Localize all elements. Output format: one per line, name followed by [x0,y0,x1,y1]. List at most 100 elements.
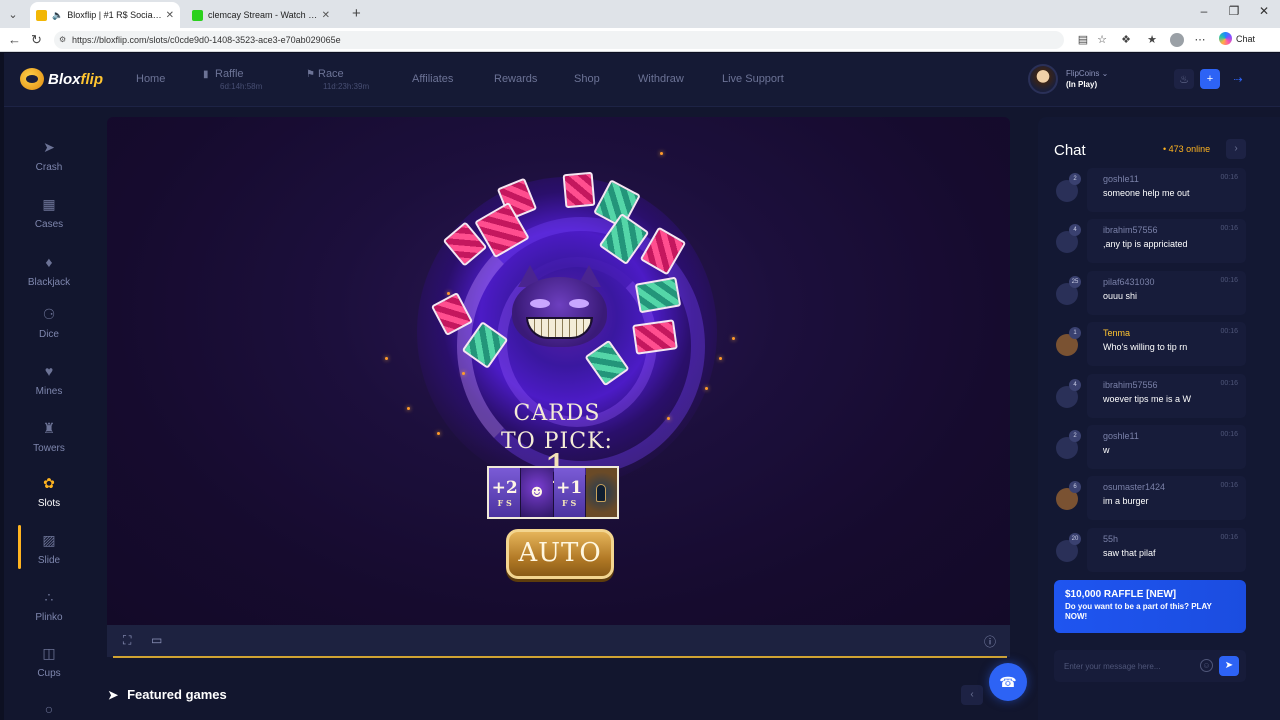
message-text: saw that pilaf [1103,548,1156,558]
level-badge: 25 [1069,276,1081,288]
cards-line1: CARDS [513,401,601,426]
site-info-icon[interactable]: ⚙ [59,31,66,49]
info-icon[interactable]: ⓘ [984,633,996,650]
favorite-star-icon[interactable]: ☆ [1095,33,1109,46]
ember [660,152,663,155]
bloxflip-logo-icon [20,68,44,90]
extensions-icon[interactable]: ❖ [1119,33,1133,46]
level-badge: 2 [1069,430,1081,442]
message-text: woever tips me is a W [1103,394,1192,404]
cards-icon: ♦ [45,254,53,270]
message-username[interactable]: osumaster1424 [1103,482,1240,492]
level-badge: 1 [1069,327,1081,339]
user-avatar[interactable] [1028,64,1058,94]
featured-prev-button[interactable]: ‹ [961,685,983,705]
sidebar-item-plinko[interactable]: ∴ Plinko [18,589,80,623]
nav-raffle-label: Raffle [215,68,244,80]
new-tab-icon[interactable]: + [352,5,361,22]
raffle-promo-banner[interactable]: $10,000 RAFFLE [NEW] Do you want to be a… [1054,580,1246,633]
slot-game-canvas[interactable]: CARDS TO PICK: 1 +2F S ☻ +1F S AUTO [107,117,1010,625]
fullscreen-icon[interactable]: ⛶ [123,633,131,648]
message-text: im a burger [1103,496,1149,506]
close-tab-icon[interactable]: ✕ [322,10,330,21]
message-username[interactable]: goshle11 [1103,431,1240,441]
message-username[interactable]: ibrahim57556 [1103,225,1240,235]
browser-tab-kick[interactable]: clemcay Stream - Watch Live on K ✕ [186,2,336,28]
nav-home[interactable]: Home [136,73,165,85]
message-username[interactable]: Tenma [1103,328,1240,338]
profile-avatar[interactable] [1170,33,1184,47]
deposit-plus-button[interactable]: + [1200,69,1220,89]
ember [462,372,465,375]
sidebar-item-cups[interactable]: ◫ Cups [18,645,80,679]
more-menu-icon[interactable]: ⋯ [1193,33,1207,46]
message-username[interactable]: ibrahim57556 [1103,380,1240,390]
user-balance[interactable]: FlipCoins ⌄ (In Play) [1028,64,1108,94]
collapse-chat-chevron-icon[interactable]: › [1226,139,1246,159]
ember [437,432,440,435]
message-username[interactable]: goshle11 [1103,174,1240,184]
message-time: 00:16 [1220,225,1238,232]
chat-message: ibrahim57556 ,any tip is appriciated 00:… [1054,219,1246,263]
sidebar-item-more[interactable]: ○ [18,701,80,720]
level-badge: 20 [1069,533,1081,545]
sidebar-item-slots[interactable]: ✿ Slots [18,475,80,509]
sidebar-item-dice[interactable]: ⚆ Dice [18,306,80,340]
browser-tab-bloxflip[interactable]: 🔈 Bloxflip | #1 R$ Social Casino ✕ [30,2,180,28]
prize-card-cat: ☻ [521,468,553,517]
close-tab-icon[interactable]: ✕ [166,10,174,21]
chat-message: Tenma Who's willing to tip rn 00:16 1 [1054,322,1246,366]
bloxflip-logo[interactable]: Bloxflip [20,68,103,90]
cup-icon: ◫ [42,645,56,661]
reader-mode-icon[interactable]: ▤ [1076,33,1090,46]
message-time: 00:16 [1220,482,1238,489]
favorites-bar-icon[interactable]: ★ [1145,33,1159,46]
reload-icon[interactable]: ↻ [31,32,42,48]
message-text: ,any tip is appriciated [1103,239,1188,249]
sidebar-item-cases[interactable]: ▦ Cases [18,196,80,230]
restore-icon[interactable]: ❐ [1224,4,1244,18]
theatre-mode-icon[interactable]: ▭ [151,633,162,647]
sidebar-item-mines[interactable]: ♥ Mines [18,363,80,397]
url-field[interactable]: ⚙ https://bloxflip.com/slots/c0cde9d0-14… [54,31,1064,49]
gem-icon: ♥ [44,363,54,379]
live-support-headset-button[interactable]: ☎ [989,663,1027,701]
kick-favicon-icon [192,9,203,21]
prize-card: +1 F S [553,468,585,517]
sidebar-item-crash[interactable]: ➤ Crash [18,139,80,173]
message-time: 00:16 [1220,380,1238,387]
nav-raffle[interactable]: ▮ Raffle 6d:14h:58m [203,68,262,91]
minimize-icon[interactable]: – [1194,4,1214,18]
message-time: 00:16 [1220,277,1238,284]
floating-card [632,319,678,355]
logo-text: Bloxflip [48,70,104,88]
back-icon[interactable]: ← [8,32,21,47]
message-username[interactable]: 55h [1103,534,1240,544]
ember [447,292,450,295]
nav-shop[interactable]: Shop [574,73,600,85]
sidebar-item-blackjack[interactable]: ♦ Blackjack [18,254,80,288]
auto-button[interactable]: AUTO [506,529,614,579]
send-message-icon[interactable]: ➤ [1219,656,1239,676]
emoji-icon[interactable]: ☺ [1200,659,1213,672]
raffle-timer: 6d:14h:58m [220,82,263,91]
nav-live-support[interactable]: Live Support [722,73,784,85]
logout-icon[interactable]: ⇢ [1228,69,1248,89]
level-badge: 6 [1069,481,1081,493]
race-timer: 11d:23h:39m [323,82,370,91]
bloxflip-site: Bloxflip Home ▮ Raffle 6d:14h:58m ⚑ Race 1… [4,53,1280,720]
games-sidebar: ➤ Crash ▦ Cases ♦ Blackjack ⚆ Dice ♥ Mines ♜ T… [4,107,96,720]
notifications-bell-icon[interactable]: ♨ [1174,69,1194,89]
nav-rewards[interactable]: Rewards [494,73,537,85]
nav-withdraw[interactable]: Withdraw [638,73,684,85]
nav-race[interactable]: ⚑ Race 11d:23h:39m [306,68,369,91]
sidebar-item-towers[interactable]: ♜ Towers [18,420,80,454]
sidebar-item-slide[interactable]: ▨ Slide [18,532,80,566]
close-window-icon[interactable]: ✕ [1254,4,1274,18]
copilot-chat-button[interactable]: Chat [1219,32,1255,45]
nav-affiliates[interactable]: Affiliates [412,73,453,85]
tab-list-chevron-icon[interactable]: ⌄ [4,5,22,23]
chat-message-input[interactable] [1064,658,1194,674]
audio-playing-icon[interactable]: 🔈 [52,10,63,21]
message-username[interactable]: pilaf6431030 [1103,277,1240,287]
